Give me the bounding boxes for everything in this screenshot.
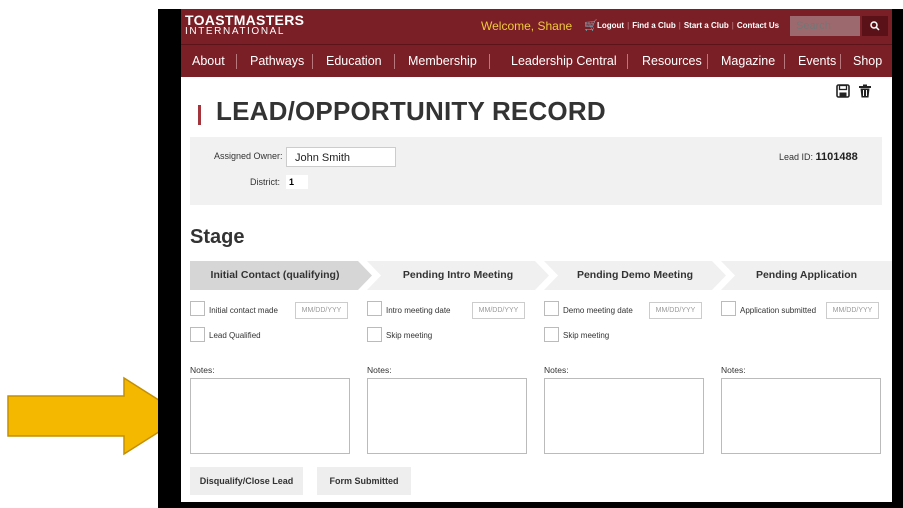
initial-contact-checkbox[interactable]: [190, 301, 205, 316]
stage-step-application[interactable]: Pending Application: [721, 261, 892, 290]
skip-demo-label: Skip meeting: [563, 331, 610, 340]
nav-shop[interactable]: Shop: [853, 54, 882, 68]
initial-contact-date[interactable]: MM/DD/YYY: [295, 302, 348, 319]
nav-events[interactable]: Events: [798, 54, 836, 68]
nav-magazine[interactable]: Magazine: [721, 54, 775, 68]
stage-step-demo-meeting[interactable]: Pending Demo Meeting: [544, 261, 726, 290]
top-links: Logout | Find a Club | Start a Club | Contact …: [597, 21, 780, 30]
search-input[interactable]: [790, 16, 860, 36]
lead-id-label: Lead ID:: [779, 152, 814, 162]
notes-label: Notes:: [721, 365, 746, 375]
save-icon[interactable]: [836, 84, 850, 98]
stage-step-label: Pending Demo Meeting: [576, 269, 694, 281]
intro-meeting-date[interactable]: MM/DD/YYY: [472, 302, 525, 319]
application-submitted-checkbox[interactable]: [721, 301, 736, 316]
main-nav: About Pathways Education Membership Lead…: [181, 44, 892, 77]
district-label: District:: [250, 177, 280, 187]
notes-initial-contact[interactable]: [190, 378, 350, 454]
district-value: 1: [286, 175, 308, 189]
nav-resources[interactable]: Resources: [642, 54, 702, 68]
stage-step-label: Initial Contact (qualifying): [210, 269, 340, 281]
search-button[interactable]: [862, 16, 888, 36]
disqualify-close-lead-button[interactable]: Disqualify/Close Lead: [190, 467, 303, 495]
notes-demo-meeting[interactable]: [544, 378, 704, 454]
form-submitted-button[interactable]: Form Submitted: [317, 467, 411, 495]
lead-qualified-checkbox[interactable]: [190, 327, 205, 342]
trash-icon[interactable]: [858, 84, 872, 98]
owner-field[interactable]: John Smith: [286, 147, 396, 167]
application-date[interactable]: MM/DD/YYY: [826, 302, 879, 319]
application-submitted-label: Application submitted: [740, 306, 817, 315]
notes-intro-meeting[interactable]: [367, 378, 527, 454]
logo-subtext: INTERNATIONAL: [185, 26, 286, 37]
notes-application[interactable]: [721, 378, 881, 454]
cart-icon[interactable]: 🛒: [584, 19, 598, 32]
nav-about[interactable]: About: [192, 54, 225, 68]
page-title: LEAD/OPPORTUNITY RECORD: [216, 96, 606, 126]
lead-info-box: Assigned Owner: John Smith District: 1 L…: [190, 137, 882, 205]
demo-meeting-label: Demo meeting date: [563, 306, 633, 315]
initial-contact-label: Initial contact made: [209, 306, 278, 315]
stage-step-initial-contact[interactable]: Initial Contact (qualifying): [190, 261, 372, 290]
title-accent: [198, 105, 201, 125]
lead-id-value: 1101488: [815, 151, 858, 163]
stage-step-label: Pending Intro Meeting: [402, 269, 514, 281]
page: TOASTMASTERS INTERNATIONAL Welcome, Shan…: [181, 9, 892, 502]
notes-label: Notes:: [544, 365, 569, 375]
stage-step-label: Pending Application: [755, 269, 858, 281]
skip-intro-label: Skip meeting: [386, 331, 433, 340]
owner-label: Assigned Owner:: [214, 151, 283, 161]
nav-leadership-central[interactable]: Leadership Central: [511, 54, 617, 68]
lead-id: Lead ID: 1101488: [779, 151, 858, 163]
notes-label: Notes:: [190, 365, 215, 375]
find-club-link[interactable]: Find a Club: [632, 21, 676, 30]
stage-step-intro-meeting[interactable]: Pending Intro Meeting: [367, 261, 549, 290]
intro-meeting-label: Intro meeting date: [386, 306, 451, 315]
demo-meeting-date[interactable]: MM/DD/YYY: [649, 302, 702, 319]
logo[interactable]: TOASTMASTERS INTERNATIONAL: [185, 13, 304, 37]
stage-title: Stage: [190, 226, 245, 248]
notes-label: Notes:: [367, 365, 392, 375]
intro-meeting-checkbox[interactable]: [367, 301, 382, 316]
contact-us-link[interactable]: Contact Us: [737, 21, 779, 30]
demo-meeting-checkbox[interactable]: [544, 301, 559, 316]
nav-pathways[interactable]: Pathways: [250, 54, 304, 68]
search-icon: [870, 21, 880, 31]
start-club-link[interactable]: Start a Club: [684, 21, 729, 30]
nav-membership[interactable]: Membership: [408, 54, 477, 68]
lead-qualified-label: Lead Qualified: [209, 331, 261, 340]
skip-intro-checkbox[interactable]: [367, 327, 382, 342]
logout-link[interactable]: Logout: [597, 21, 624, 30]
top-bar: TOASTMASTERS INTERNATIONAL Welcome, Shan…: [181, 9, 892, 44]
nav-education[interactable]: Education: [326, 54, 382, 68]
welcome-text: Welcome, Shane: [481, 19, 573, 33]
skip-demo-checkbox[interactable]: [544, 327, 559, 342]
